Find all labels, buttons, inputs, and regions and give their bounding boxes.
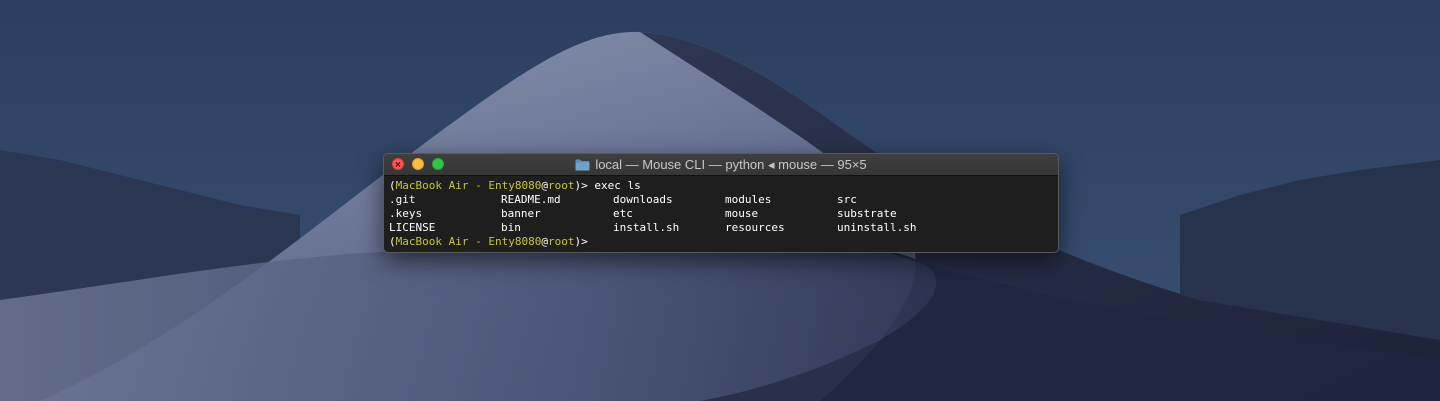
title-bar[interactable]: local — Mouse CLI — python ◂ mouse — 95×… <box>384 154 1058 176</box>
listing-item: src <box>837 193 857 206</box>
listing-item: install.sh <box>613 221 680 234</box>
listing-item: banner <box>501 207 541 220</box>
terminal-line-command: (MacBook Air - Enty8080@root)> exec ls <box>389 179 1053 193</box>
listing-item: etc <box>613 207 633 220</box>
prompt-at: @ <box>541 179 548 192</box>
command-text: exec ls <box>594 179 641 192</box>
listing-item: uninstall.sh <box>837 221 917 234</box>
listing-row: .keys banner etc mouse substrate <box>389 207 1053 221</box>
prompt-open: ( <box>389 235 396 248</box>
prompt-user: root <box>547 179 575 192</box>
minimize-button[interactable] <box>412 158 424 170</box>
prompt-host: MacBook Air - Enty8080 <box>395 179 542 192</box>
close-button[interactable] <box>392 158 404 170</box>
window-title-text: local — Mouse CLI — python ◂ mouse — 95×… <box>595 156 867 172</box>
listing-item: LICENSE <box>389 221 436 234</box>
listing-item: downloads <box>613 193 673 206</box>
terminal-window[interactable]: local — Mouse CLI — python ◂ mouse — 95×… <box>383 153 1059 253</box>
zoom-button[interactable] <box>432 158 444 170</box>
listing-item: substrate <box>837 207 897 220</box>
terminal-line-prompt[interactable]: (MacBook Air - Enty8080@root)> <box>389 235 1053 249</box>
prompt-user: root <box>547 235 575 248</box>
listing-item: bin <box>501 221 521 234</box>
terminal-screen[interactable]: (MacBook Air - Enty8080@root)> exec ls .… <box>384 176 1058 249</box>
prompt-close: )> <box>574 235 595 248</box>
prompt-open: ( <box>389 179 396 192</box>
window-title: local — Mouse CLI — python ◂ mouse — 95×… <box>575 156 867 173</box>
listing-item: .keys <box>389 207 423 220</box>
desktop: local — Mouse CLI — python ◂ mouse — 95×… <box>0 0 1440 401</box>
listing-item: resources <box>725 221 785 234</box>
prompt-at: @ <box>541 235 548 248</box>
prompt-host: MacBook Air - Enty8080 <box>395 235 542 248</box>
listing-item: mouse <box>725 207 759 220</box>
prompt-close: )> <box>574 179 595 192</box>
window-controls <box>392 158 444 170</box>
listing-row: .git README.md downloads modules src <box>389 193 1053 207</box>
listing-item: .git <box>389 193 416 206</box>
listing-row: LICENSE bin install.sh resources uninsta… <box>389 221 1053 235</box>
folder-icon <box>575 159 590 171</box>
listing-item: README.md <box>501 193 561 206</box>
listing-item: modules <box>725 193 772 206</box>
